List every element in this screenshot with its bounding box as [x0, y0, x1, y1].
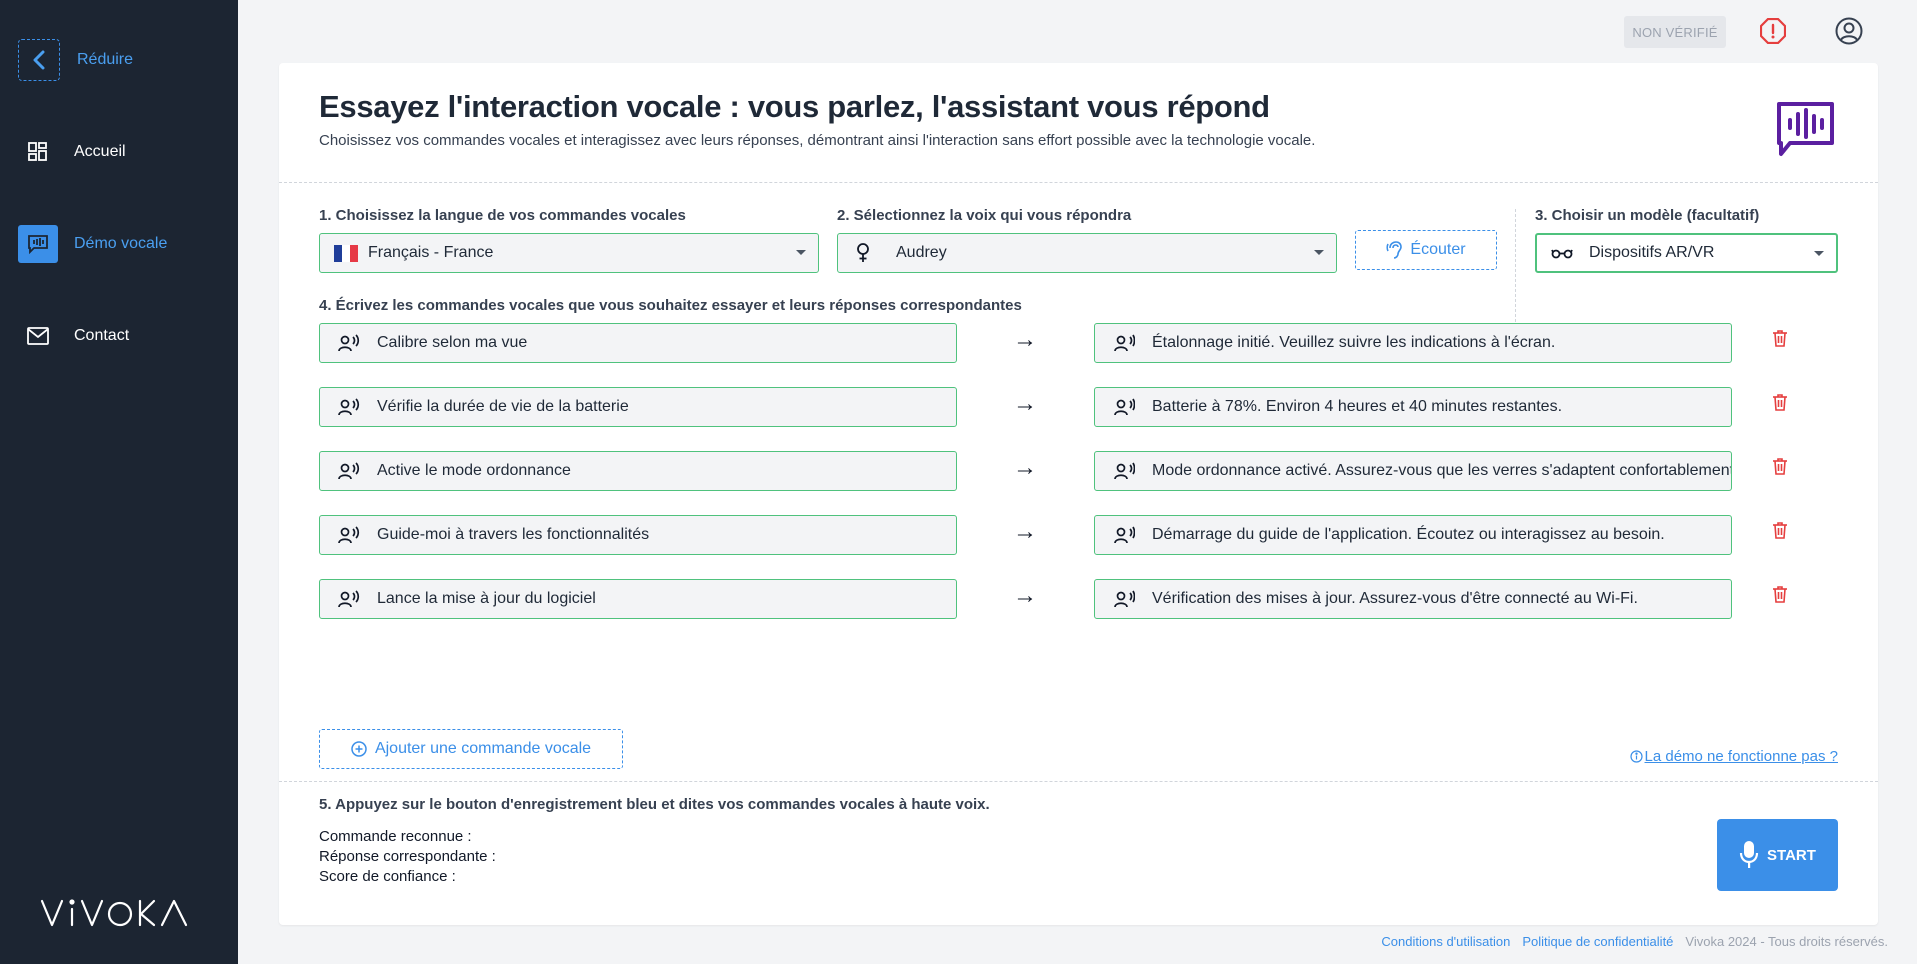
microphone-icon [1739, 840, 1759, 870]
recognized-command-label: Commande reconnue : [319, 828, 472, 845]
command-input[interactable]: Vérifie la durée de vie de la batterie [319, 387, 957, 427]
voice-speaker-icon [338, 590, 362, 608]
response-text: Vérification des mises à jour. Assurez-v… [1152, 590, 1638, 607]
caret-down-icon [1314, 250, 1324, 255]
privacy-link[interactable]: Politique de confidentialité [1522, 934, 1673, 949]
add-voice-command-button[interactable]: Ajouter une commande vocale [319, 729, 623, 769]
collapse-label: Réduire [77, 51, 134, 68]
sidebar-item-label: Accueil [74, 143, 126, 160]
voice-speaker-icon [338, 334, 362, 352]
voice-speaker-icon [338, 398, 362, 416]
voice-select[interactable]: Audrey [837, 233, 1337, 273]
voice-response-icon [1113, 398, 1137, 416]
voice-speaker-icon [338, 526, 362, 544]
step4-label: 4. Écrivez les commandes vocales que vou… [319, 297, 1022, 314]
arrow-right-icon: → [1013, 454, 1037, 481]
model-select-value: Dispositifs AR/VR [1589, 244, 1715, 261]
command-text: Guide-moi à travers les fonctionnalités [377, 526, 650, 543]
female-icon [856, 243, 878, 263]
step2-label: 2. Sélectionnez la voix qui vous répondr… [837, 207, 1132, 224]
divider [279, 182, 1878, 183]
voice-response-icon [1113, 526, 1137, 544]
response-text: Étalonnage initié. Veuillez suivre les i… [1152, 334, 1556, 351]
dashboard-icon [18, 133, 58, 171]
alert-circle-icon[interactable] [1759, 17, 1787, 49]
sidebar: Réduire Accueil Démo vocale Contact [0, 0, 238, 964]
voice-chat-brand-icon [1776, 101, 1836, 164]
vivoka-logo [40, 895, 190, 936]
plus-circle-icon [351, 741, 367, 757]
command-input[interactable]: Active le mode ordonnance [319, 451, 957, 491]
sidebar-item-label: Contact [74, 327, 130, 344]
confidence-score-label: Score de confiance : [319, 868, 456, 885]
response-input[interactable]: Mode ordonnance activé. Assurez-vous que… [1094, 451, 1732, 491]
delete-trash-icon[interactable] [1772, 457, 1788, 480]
caret-down-icon [1814, 251, 1824, 256]
delete-trash-icon[interactable] [1772, 329, 1788, 352]
voice-chat-icon [18, 225, 58, 263]
command-text: Active le mode ordonnance [377, 462, 571, 479]
response-input[interactable]: Vérification des mises à jour. Assurez-v… [1094, 579, 1732, 619]
arrow-right-icon: → [1013, 390, 1037, 417]
voice-speaker-icon [338, 462, 362, 480]
sidebar-item-label: Démo vocale [74, 235, 168, 252]
start-recording-button[interactable]: START [1717, 819, 1838, 891]
voice-response-icon [1113, 462, 1137, 480]
mail-icon [18, 317, 58, 355]
language-select-value: Français - France [368, 244, 494, 261]
glasses-icon [1551, 247, 1575, 259]
step3-label: 3. Choisir un modèle (facultatif) [1535, 207, 1760, 224]
demo-help-label: La démo ne fonctionne pas ? [1644, 748, 1838, 765]
command-input[interactable]: Calibre selon ma vue [319, 323, 957, 363]
page-subtitle: Choisissez vos commandes vocales et inte… [319, 132, 1316, 149]
arrow-right-icon: → [1013, 326, 1037, 353]
response-input[interactable]: Démarrage du guide de l'application. Éco… [1094, 515, 1732, 555]
listen-label: Écouter [1410, 241, 1466, 258]
response-input[interactable]: Batterie à 78%. Environ 4 heures et 40 m… [1094, 387, 1732, 427]
step5-label: 5. Appuyez sur le bouton d'enregistremen… [319, 796, 990, 813]
voice-response-icon [1113, 334, 1137, 352]
copyright-text: Vivoka 2024 - Tous droits réservés. [1685, 934, 1888, 949]
sidebar-item-accueil[interactable]: Accueil [18, 133, 126, 171]
sidebar-item-contact[interactable]: Contact [18, 317, 129, 355]
page-title: Essayez l'interaction vocale : vous parl… [319, 89, 1270, 124]
voice-response-icon [1113, 590, 1137, 608]
terms-link[interactable]: Conditions d'utilisation [1381, 934, 1510, 949]
hearing-icon [1386, 241, 1403, 259]
footer: Conditions d'utilisation Politique de co… [1381, 934, 1888, 949]
voice-demo-card: Essayez l'interaction vocale : vous parl… [279, 63, 1878, 925]
response-text: Démarrage du guide de l'application. Éco… [1152, 526, 1665, 543]
info-icon [1629, 750, 1643, 763]
demo-help-link[interactable]: La démo ne fonctionne pas ? [1629, 748, 1838, 765]
step1-label: 1. Choisissez la langue de vos commandes… [319, 207, 686, 224]
user-circle-icon[interactable] [1835, 17, 1863, 50]
sidebar-item-demo-vocale[interactable]: Démo vocale [18, 225, 167, 263]
delete-trash-icon[interactable] [1772, 585, 1788, 608]
listen-button[interactable]: Écouter [1355, 230, 1497, 270]
language-select[interactable]: Français - France [319, 233, 819, 273]
command-text: Calibre selon ma vue [377, 334, 528, 351]
add-command-label: Ajouter une commande vocale [374, 740, 592, 757]
response-text: Mode ordonnance activé. Assurez-vous que… [1152, 462, 1732, 479]
matching-response-label: Réponse correspondante : [319, 848, 496, 865]
caret-down-icon [796, 250, 806, 255]
voice-select-value: Audrey [896, 244, 947, 261]
france-flag-icon [334, 244, 358, 262]
response-text: Batterie à 78%. Environ 4 heures et 40 m… [1152, 398, 1563, 415]
command-text: Vérifie la durée de vie de la batterie [377, 398, 629, 415]
response-input[interactable]: Étalonnage initié. Veuillez suivre les i… [1094, 323, 1732, 363]
arrow-right-icon: → [1013, 582, 1037, 609]
delete-trash-icon[interactable] [1772, 393, 1788, 416]
verification-badge: NON VÉRIFIÉ [1624, 16, 1726, 48]
command-text: Lance la mise à jour du logiciel [377, 590, 596, 607]
chevron-left-icon [18, 39, 60, 81]
command-input[interactable]: Guide-moi à travers les fonctionnalités [319, 515, 957, 555]
command-input[interactable]: Lance la mise à jour du logiciel [319, 579, 957, 619]
arrow-right-icon: → [1013, 518, 1037, 545]
model-select[interactable]: Dispositifs AR/VR [1535, 233, 1838, 273]
collapse-sidebar-button[interactable]: Réduire [18, 39, 133, 81]
start-label: START [1767, 846, 1816, 864]
divider [279, 781, 1878, 782]
delete-trash-icon[interactable] [1772, 521, 1788, 544]
